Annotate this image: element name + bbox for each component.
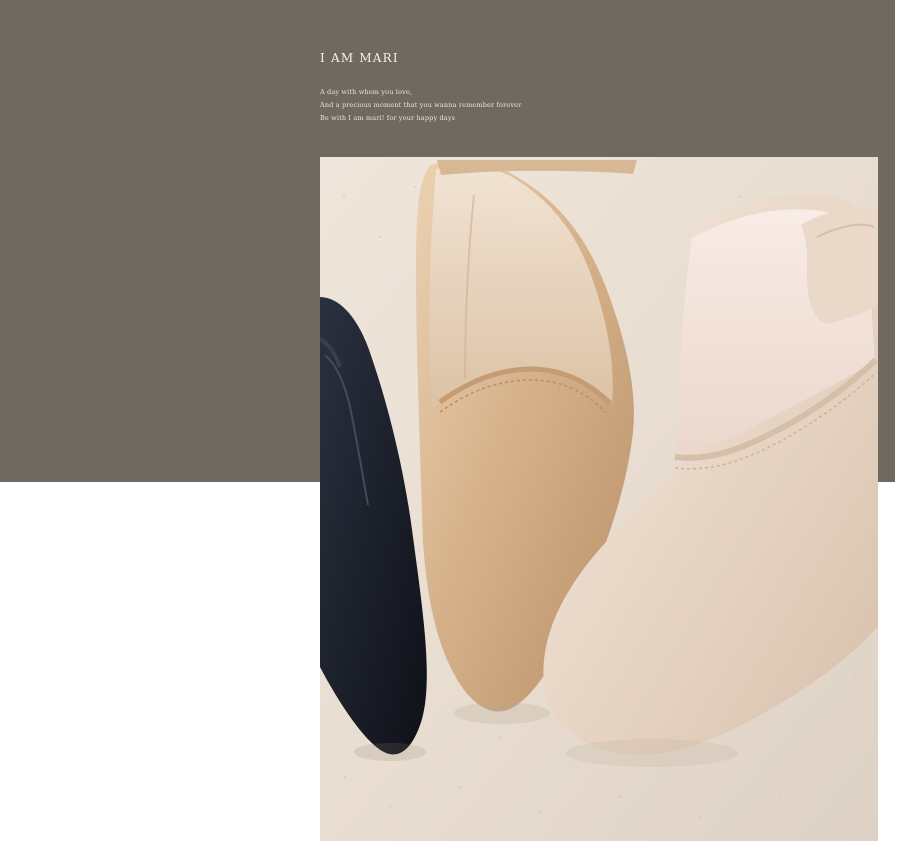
brand-title: I AM MARI (320, 51, 399, 65)
tagline-line-1: A day with whom you love, (320, 88, 413, 96)
tagline-block: A day with whom you love, And a precious… (320, 86, 521, 125)
shoes-illustration (320, 157, 878, 841)
tagline-line-2: And a precious moment that you wanna rem… (320, 101, 522, 109)
nude-shoe-shadow (566, 739, 738, 767)
black-shoe-shadow (354, 743, 426, 761)
product-photo (320, 157, 878, 841)
tagline-line-3: Be with I am mari! for your happy days (320, 114, 456, 122)
tan-shoe-shadow (454, 702, 550, 724)
